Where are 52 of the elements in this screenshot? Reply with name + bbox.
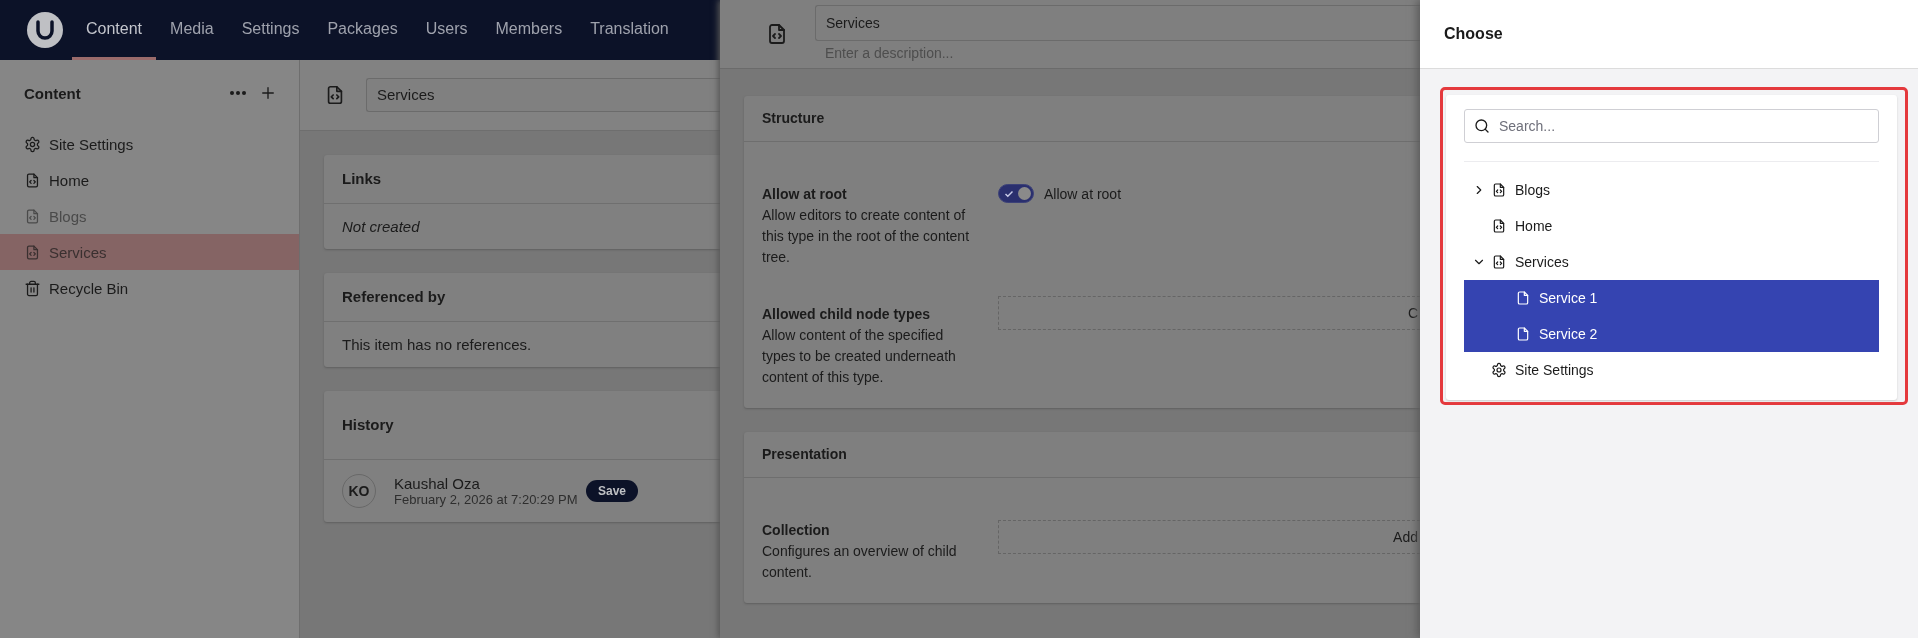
status-text: Not created — [341, 217, 421, 237]
toggle-switch[interactable] — [998, 184, 1034, 203]
info-text: This item has no references. — [341, 335, 533, 355]
tree-item[interactable]: Home — [1464, 208, 1879, 244]
tree-item[interactable]: Service 1 — [1464, 280, 1879, 316]
code-document-icon — [24, 243, 41, 261]
logo-icon[interactable] — [26, 11, 64, 49]
panel-title: Choose — [1444, 25, 1503, 43]
name-field[interactable]: Services — [815, 5, 1420, 41]
timestamp: February 2, 2026 at 7:20:29 PM — [394, 492, 579, 507]
tree-item[interactable]: Service 2 — [1464, 316, 1879, 352]
action-badge: Save — [586, 480, 639, 502]
property-description: Allow editors to create content of this type in the root of the content tree. — [762, 206, 971, 267]
tree-item[interactable]: Site Settings — [1464, 352, 1879, 388]
code-document-icon — [1491, 182, 1507, 198]
sidebar-item[interactable]: Site Settings — [0, 126, 299, 162]
property-label: Allow at root — [762, 185, 848, 204]
check-icon — [1004, 189, 1014, 199]
document-icon — [1515, 290, 1531, 306]
code-document-icon — [24, 171, 41, 189]
user-name: Kaushal Oza — [394, 475, 481, 492]
nav-tab[interactable]: Members — [481, 0, 577, 60]
property-label: Allowed child node types — [762, 305, 932, 324]
more-icon[interactable] — [229, 90, 247, 96]
sidebar-item[interactable]: Home — [0, 162, 299, 198]
code-document-icon — [1491, 218, 1507, 234]
property-description: Configures an overview of child content. — [762, 542, 958, 582]
sidebar-title: Content — [24, 84, 82, 102]
plus-icon[interactable] — [259, 84, 277, 102]
code-document-icon — [1491, 254, 1507, 270]
nav-tab[interactable]: Media — [156, 0, 228, 60]
code-document-icon — [24, 207, 41, 225]
nav-tab[interactable]: Translation — [576, 0, 683, 60]
nav-tab[interactable]: Settings — [227, 0, 314, 60]
toggle-label: Allow at root — [1044, 185, 1122, 202]
property-label: Collection — [762, 521, 831, 540]
trash-icon — [24, 279, 41, 297]
nav-tab[interactable]: Users — [411, 0, 482, 60]
add-button[interactable]: Add — [998, 520, 1420, 554]
nav-tab[interactable]: Packages — [313, 0, 412, 60]
document-icon — [1515, 326, 1531, 342]
section-title: Presentation — [744, 432, 1420, 478]
section-title: Structure — [744, 96, 1420, 142]
tree-item[interactable]: Services — [1464, 244, 1879, 280]
sidebar-item[interactable]: Recycle Bin — [0, 270, 299, 306]
search-field[interactable]: Search... — [1464, 109, 1879, 143]
property-description: Allow content of the specified types to be created underneath content of this type. — [762, 326, 957, 387]
tree-item[interactable]: Blogs — [1464, 172, 1879, 208]
gear-icon — [1491, 362, 1507, 378]
gear-icon — [24, 135, 41, 153]
add-button[interactable]: C — [998, 296, 1420, 330]
name-field[interactable]: Services — [366, 78, 720, 112]
